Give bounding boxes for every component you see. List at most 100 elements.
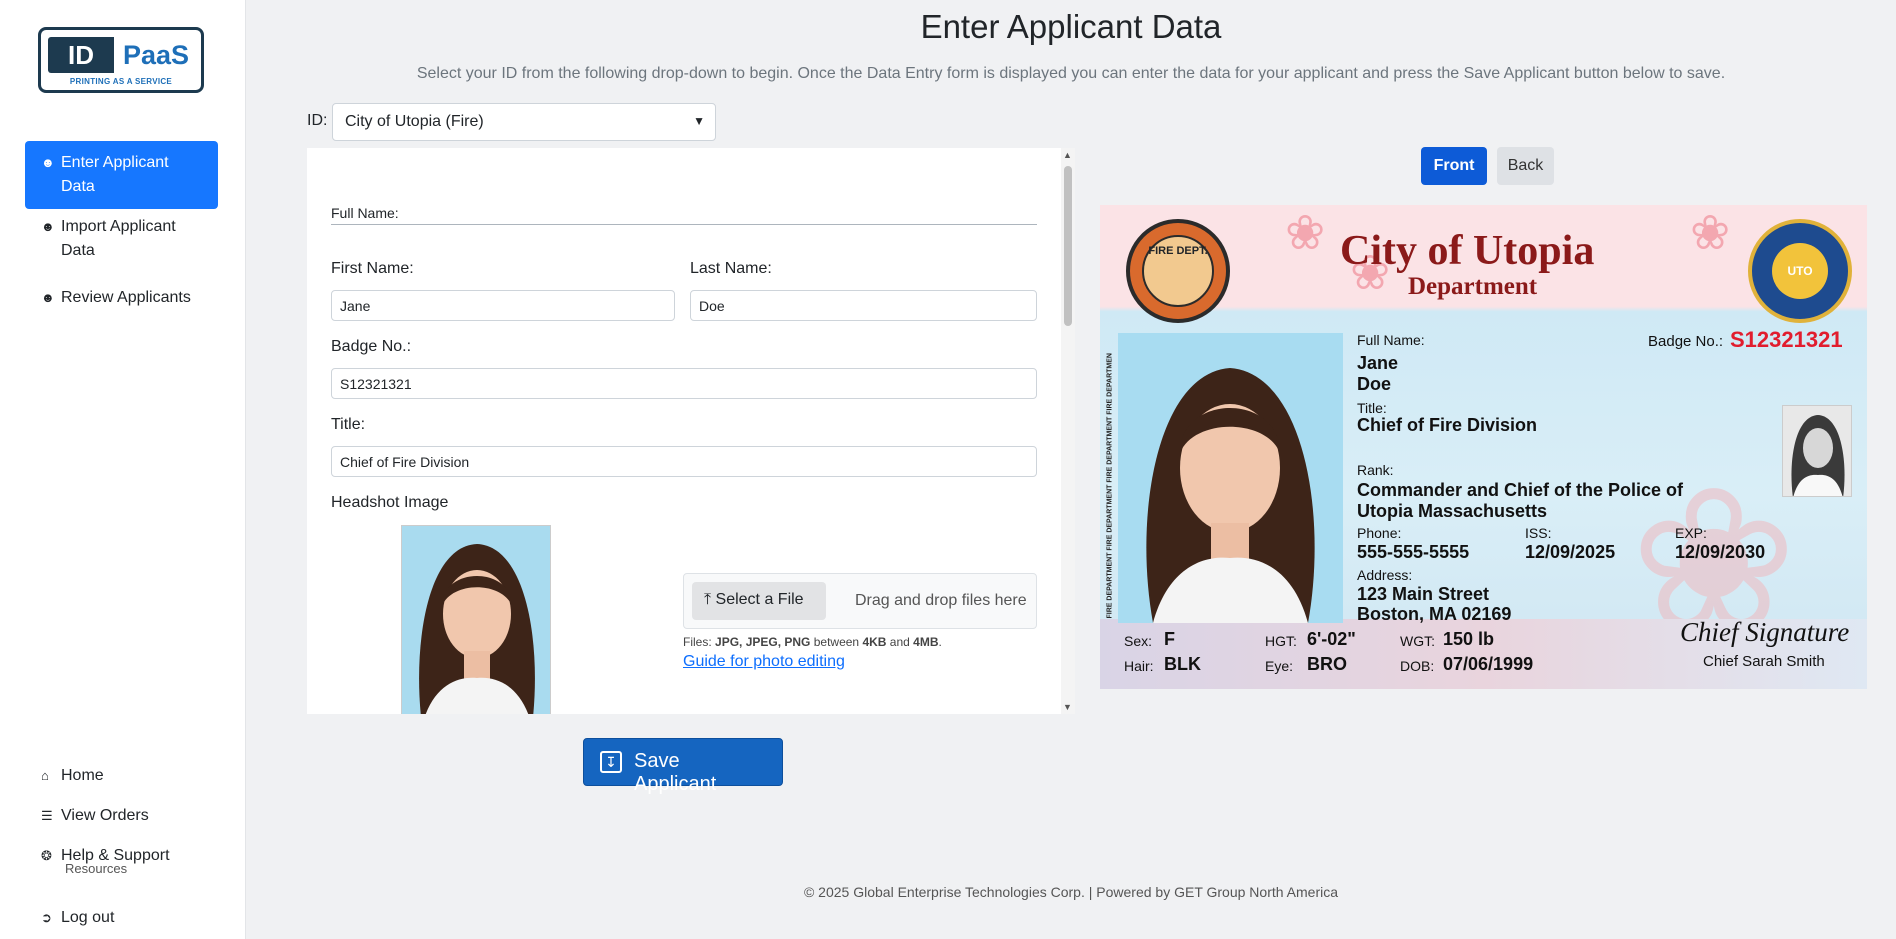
card-exp-value: 12/09/2030 (1675, 542, 1766, 562)
card-eye-value: BRO (1307, 654, 1347, 674)
card-hgt-value: 6'-02" (1307, 629, 1356, 649)
maple-leaf-decoration: ❀ (1690, 207, 1731, 260)
files-max-size: 4MB (913, 635, 939, 649)
seal-text: UTO (1772, 243, 1828, 299)
card-signer-name: Chief Sarah Smith (1703, 653, 1825, 670)
nav-label: Import Applicant Data (61, 218, 176, 259)
headshot-portrait (419, 544, 535, 714)
page-title: Enter Applicant Data (920, 8, 1222, 45)
badge-no-input[interactable] (331, 368, 1037, 399)
full-name-divider (331, 224, 1037, 225)
card-iss-value: 12/09/2025 (1525, 542, 1616, 562)
last-name-label: Last Name: (690, 260, 772, 277)
card-iss-label: ISS: (1525, 525, 1552, 541)
card-first-name: Jane (1357, 353, 1399, 373)
card-hgt-label: HGT: (1265, 633, 1297, 649)
card-address-line2: Boston, MA 02169 (1357, 604, 1512, 624)
card-ghost-photo (1782, 405, 1852, 497)
caret-down-icon: ▼ (693, 114, 705, 128)
vertical-text: FIRE DEPARTMENT FIRE DEPARTMENT FIRE DEP… (1106, 353, 1114, 619)
card-vertical-text: FIRE DEPARTMENT FIRE DEPARTMENT FIRE DEP… (1102, 333, 1118, 623)
files-note-prefix: Files: (683, 635, 716, 649)
save-applicant-button[interactable]: ↧ Save Applicant (583, 738, 783, 795)
nav-label: Log out (61, 909, 115, 926)
card-exp-label: EXP: (1675, 525, 1707, 541)
card-badge-label: Badge No.: (1648, 333, 1724, 350)
card-full-name-label: Full Name: (1357, 332, 1425, 348)
nav-home[interactable]: ⌂ Home (25, 754, 218, 798)
scrollbar-thumb[interactable] (1064, 166, 1072, 326)
scroll-up-icon[interactable]: ▲ (1063, 150, 1072, 160)
files-between: between (810, 635, 863, 649)
ghost-portrait (1791, 415, 1845, 496)
id-card-preview: ❀ ❀ ❀ ❀ FIRE DEPT. UTO City of Utopia De… (1100, 205, 1867, 689)
card-sex-value: F (1164, 629, 1175, 649)
card-address-label: Address: (1357, 567, 1413, 583)
logo-tagline: PRINTING AS A SERVICE (69, 77, 173, 86)
logo-id-mark: ID (48, 37, 114, 73)
card-rank-line2: Utopia Massachusetts (1357, 501, 1548, 521)
files-and: and (886, 635, 914, 649)
nav-label: Home (61, 767, 104, 784)
card-signature: Chief Signature (1680, 617, 1850, 647)
files-note: Files: JPG, JPEG, PNG between 4KB and 4M… (683, 635, 942, 649)
footer-copyright: © 2025 Global Enterprise Technologies Co… (803, 884, 1339, 900)
card-hair-label: Hair: (1124, 658, 1154, 674)
select-file-label: Select a File (715, 591, 804, 608)
nav-label: Review Applicants (61, 289, 191, 306)
scroll-down-icon[interactable]: ▼ (1063, 702, 1072, 712)
home-icon: ⌂ (41, 768, 49, 783)
download-icon: ↧ (600, 751, 622, 773)
card-badge-value: S12321321 (1730, 327, 1843, 352)
card-rank-line1: Commander and Chief of the Police of (1357, 480, 1684, 500)
lifebuoy-icon: ❂ (41, 848, 52, 863)
files-min-size: 4KB (862, 635, 887, 649)
id-select[interactable]: City of Utopia (Fire) ▼ (332, 103, 716, 141)
nav-import-applicant-data[interactable]: ☻ Import Applicant Data (25, 205, 218, 273)
card-title-label: Title: (1357, 400, 1387, 416)
first-name-input[interactable] (331, 290, 675, 321)
card-hair-value: BLK (1164, 654, 1201, 674)
list-icon: ☰ (41, 808, 53, 823)
form-scrollbar[interactable]: ▲ ▼ (1061, 148, 1075, 714)
card-sex-label: Sex: (1124, 633, 1153, 649)
nav-enter-applicant-data[interactable]: ☻ Enter Applicant Data (25, 141, 218, 209)
title-input[interactable] (331, 446, 1037, 477)
card-wgt-value: 150 lb (1443, 629, 1495, 649)
headshot-image (401, 525, 551, 714)
last-name-input[interactable] (690, 290, 1037, 321)
drag-drop-text: Drag and drop files here (855, 592, 1027, 609)
back-tab-button[interactable]: Back (1497, 147, 1554, 185)
user-list-icon: ☻ (41, 219, 55, 234)
full-name-label: Full Name: (331, 205, 399, 221)
help-resources-label[interactable]: Resources (65, 861, 127, 876)
nav-view-orders[interactable]: ☰ View Orders (25, 794, 218, 838)
card-department: Department (1408, 273, 1538, 300)
sidebar: ID PaaS PRINTING AS A SERVICE ☻ Enter Ap… (0, 0, 246, 939)
select-file-button[interactable]: ⤒ Select a File (692, 582, 826, 620)
title-label: Title: (331, 416, 366, 433)
front-tab-button[interactable]: Front (1421, 147, 1487, 185)
file-dropzone[interactable]: ⤒ Select a File Drag and drop files here (683, 573, 1037, 629)
headshot-label: Headshot Image (331, 494, 449, 511)
nav-review-applicants[interactable]: ☻ Review Applicants (25, 276, 218, 320)
id-select-value: City of Utopia (Fire) (345, 113, 484, 130)
fire-department-badge: FIRE DEPT. (1126, 219, 1230, 323)
card-last-name: Doe (1357, 374, 1392, 394)
card-rank-label: Rank: (1357, 462, 1394, 478)
save-applicant-label: Save Applicant (634, 750, 717, 795)
card-eye-label: Eye: (1265, 658, 1294, 674)
nav-label: View Orders (61, 807, 149, 824)
first-name-label: First Name: (331, 260, 414, 277)
photo-guide-link[interactable]: Guide for photo editing (683, 653, 845, 671)
card-wgt-label: WGT: (1400, 633, 1435, 649)
card-phone-label: Phone: (1357, 525, 1402, 541)
idpaas-logo[interactable]: ID PaaS PRINTING AS A SERVICE (38, 27, 204, 93)
nav-label: Enter Applicant Data (61, 154, 169, 195)
logout-icon: ➲ (41, 910, 52, 925)
page-subtitle: Select your ID from the following drop-d… (416, 65, 1726, 82)
card-photo (1118, 333, 1343, 623)
user-list-icon: ☻ (41, 155, 55, 170)
nav-logout[interactable]: ➲ Log out (25, 896, 218, 939)
user-list-icon: ☻ (41, 290, 55, 305)
